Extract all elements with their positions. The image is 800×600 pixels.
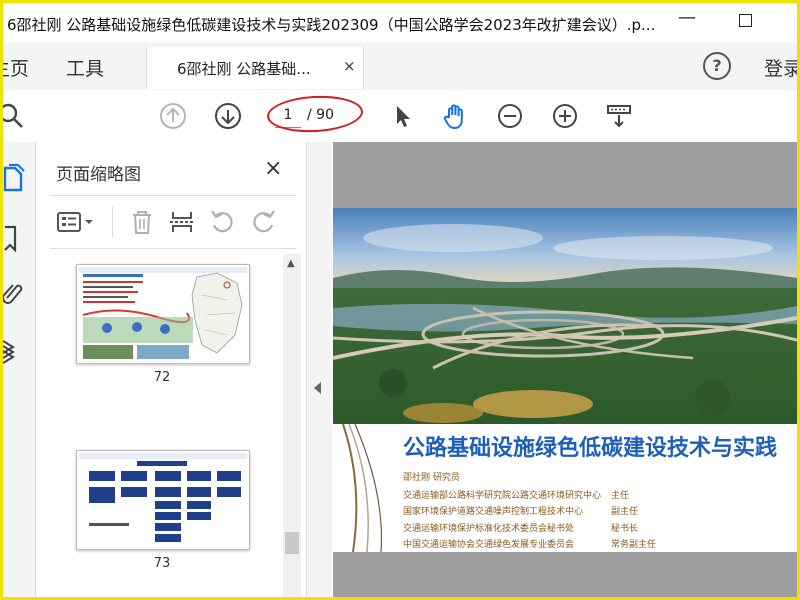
zoom-out-icon[interactable] xyxy=(496,102,524,130)
divider xyxy=(50,195,296,196)
thumbnail-page-number: 73 xyxy=(153,556,171,571)
document-page: 公路基础设施绿色低碳建设技术与实践 邵社刚 研究员 交通运输部公路科学研究院公路… xyxy=(333,208,797,552)
panel-title: 页面缩略图 xyxy=(56,165,141,185)
tool-separator xyxy=(112,206,113,238)
maximize-icon xyxy=(738,14,752,27)
left-tool-strip xyxy=(3,142,36,597)
thumbnail-page-number: 72 xyxy=(153,370,171,385)
bookmark-icon[interactable] xyxy=(3,224,25,254)
affiliation-org: 交通运输部公路科学研究院公路交通环境研究中心 xyxy=(403,491,602,501)
maximize-button[interactable] xyxy=(730,11,760,35)
help-icon[interactable]: ? xyxy=(703,52,731,80)
toolbar: / 90 xyxy=(3,90,797,143)
thumbnail-image xyxy=(77,265,249,363)
panel-close-button[interactable]: × xyxy=(264,156,282,181)
thumbnail-scrollbar[interactable]: ▲ xyxy=(283,254,301,597)
next-page-icon[interactable] xyxy=(214,102,242,130)
decorative-curves xyxy=(342,424,383,552)
affiliation-org: 中国交通运输协会交通绿色发展专业委员会 xyxy=(403,540,575,550)
slide-title: 公路基础设施绿色低碳建设技术与实践 xyxy=(403,436,778,461)
thumbnail-page-73[interactable] xyxy=(76,450,250,550)
page-number-input[interactable] xyxy=(275,103,301,128)
delete-icon[interactable] xyxy=(128,208,156,236)
interchange-aerial-photo xyxy=(333,208,797,424)
minimize-button[interactable]: — xyxy=(672,7,702,31)
divider xyxy=(50,248,296,249)
title-bar: 6邵社刚 公路基础设施绿色低碳建设技术与实践202309（中国公路学会2023年… xyxy=(3,3,797,43)
tab-document-label: 6邵社刚 公路基础... xyxy=(177,60,311,78)
affiliation-org: 国家环境保护道路交通噪声控制工程技术中心 xyxy=(403,507,584,517)
thumbnail-image xyxy=(77,451,249,549)
hand-tool-icon[interactable] xyxy=(441,102,469,130)
extract-pages-icon[interactable] xyxy=(168,208,196,236)
search-icon[interactable] xyxy=(0,102,25,130)
document-viewer[interactable]: 公路基础设施绿色低碳建设技术与实践 邵社刚 研究员 交通运输部公路科学研究院公路… xyxy=(333,142,797,597)
affiliation-role: 秘书长 xyxy=(611,524,639,534)
tab-document[interactable]: 6邵社刚 公路基础... × xyxy=(146,47,364,89)
app-window: 6邵社刚 公路基础设施绿色低碳建设技术与实践202309（中国公路学会2023年… xyxy=(0,0,800,600)
zoom-in-icon[interactable] xyxy=(551,102,579,130)
select-cursor-icon[interactable] xyxy=(389,102,417,130)
scroll-thumb[interactable] xyxy=(285,532,299,554)
scroll-up-arrow-icon[interactable]: ▲ xyxy=(287,258,295,269)
presenter-name: 邵社刚 研究员 xyxy=(403,473,460,483)
rotate-left-icon[interactable] xyxy=(208,208,236,236)
thumbnails-panel: 页面缩略图 × 72 73 ▲ xyxy=(36,142,307,597)
affiliation-role: 副主任 xyxy=(611,507,639,517)
tab-bar: 主页 工具 6邵社刚 公路基础... × ? 登录 xyxy=(3,43,797,91)
collapse-arrow-icon[interactable] xyxy=(314,382,321,394)
page-thumbnails-icon[interactable] xyxy=(3,164,25,194)
thumbnail-list: 72 73 xyxy=(50,254,282,597)
affiliation-role: 主任 xyxy=(611,491,630,501)
attachment-icon[interactable] xyxy=(3,278,25,308)
thumbnail-options-icon[interactable] xyxy=(56,208,96,236)
nav-home[interactable]: 主页 xyxy=(3,54,29,81)
page-total: / 90 xyxy=(307,107,334,123)
page-navigator: / 90 xyxy=(269,103,355,129)
affiliation-role: 常务副主任 xyxy=(611,540,657,550)
tab-close-button[interactable]: × xyxy=(343,57,356,75)
layers-icon[interactable] xyxy=(3,338,25,368)
affiliation-org: 交通运输环境保护标准化技术委员会秘书处 xyxy=(403,524,575,534)
rotate-right-icon[interactable] xyxy=(250,208,278,236)
login-button[interactable]: 登录 xyxy=(764,54,797,81)
window-title: 6邵社刚 公路基础设施绿色低碳建设技术与实践202309（中国公路学会2023年… xyxy=(7,16,656,34)
scroll-mode-icon[interactable] xyxy=(605,102,633,130)
panel-toolbar xyxy=(50,202,296,242)
previous-page-icon[interactable] xyxy=(159,102,187,130)
thumbnail-page-72[interactable] xyxy=(76,264,250,364)
panel-collapse-strip[interactable] xyxy=(307,142,332,597)
nav-tools[interactable]: 工具 xyxy=(66,54,104,81)
